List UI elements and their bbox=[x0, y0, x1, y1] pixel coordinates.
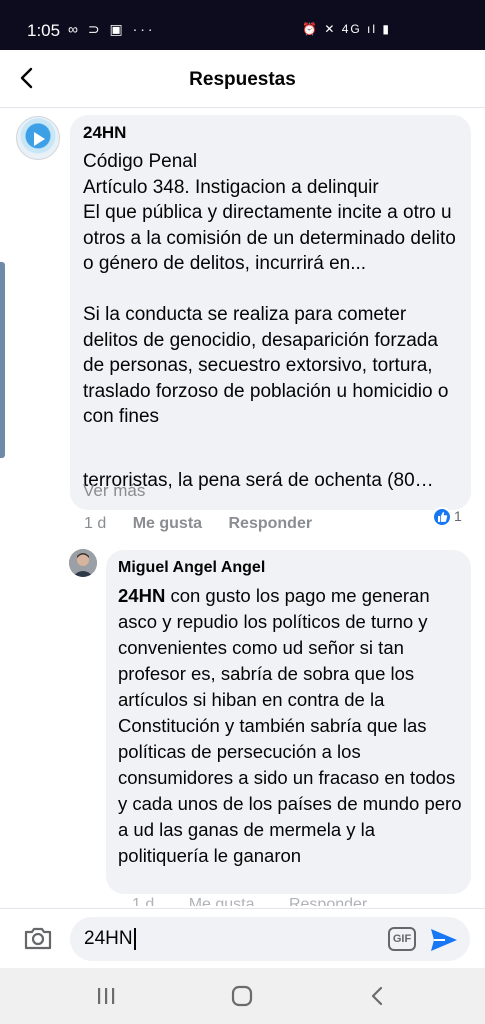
system-status-icons: ⏰ ✕ 4G ıl ▮ bbox=[302, 22, 391, 36]
comment-text: Código Penal Artículo 348. Instigacion a… bbox=[83, 151, 456, 427]
thumbs-up-icon bbox=[432, 507, 452, 527]
reaction-count: 1 bbox=[454, 508, 462, 524]
see-more-link[interactable]: Ver más bbox=[83, 481, 145, 501]
camera-icon bbox=[24, 927, 52, 950]
comment-input[interactable]: 24HN GIF bbox=[70, 917, 470, 961]
reply-text: 24HN con gusto los pago me generan asco … bbox=[118, 583, 463, 869]
back-icon bbox=[371, 986, 383, 1006]
notification-icons: ∞ ⊃ ▣ ··· bbox=[68, 21, 156, 37]
recents-button[interactable] bbox=[93, 984, 119, 1008]
text-cursor bbox=[133, 928, 136, 950]
recents-icon bbox=[98, 988, 115, 1004]
send-button[interactable] bbox=[429, 926, 459, 954]
comment-actions: 1 d Me gusta Responder bbox=[84, 515, 334, 533]
mention-link[interactable]: 24HN bbox=[118, 585, 165, 606]
reply-button[interactable]: Responder bbox=[229, 515, 313, 532]
page-title: Respuestas bbox=[189, 69, 296, 90]
send-icon bbox=[431, 929, 457, 951]
reply-reply-button[interactable]: Responder bbox=[289, 896, 367, 906]
gif-button[interactable]: GIF bbox=[388, 927, 416, 951]
scroll-indicator bbox=[0, 262, 5, 458]
comment-author[interactable]: 24HN bbox=[83, 123, 126, 143]
reply-body: con gusto los pago me generan asco y rep… bbox=[118, 585, 462, 866]
system-nav-bar bbox=[0, 968, 485, 1024]
avatar[interactable] bbox=[69, 549, 97, 577]
comment-bubble[interactable]: 24HN Código Penal Artículo 348. Instigac… bbox=[70, 115, 471, 510]
home-button[interactable] bbox=[229, 984, 255, 1008]
reply-author[interactable]: Miguel Angel Angel bbox=[118, 559, 265, 577]
comment-time: 1 d bbox=[84, 515, 107, 532]
comment-composer: 24HN GIF bbox=[0, 908, 485, 968]
header: Respuestas bbox=[0, 50, 485, 108]
reply-actions: 1 d Me gusta Responder bbox=[132, 896, 397, 906]
camera-button[interactable] bbox=[22, 922, 54, 954]
like-button[interactable]: Me gusta bbox=[133, 515, 202, 532]
home-icon bbox=[231, 985, 253, 1007]
status-bar: 1:05 ∞ ⊃ ▣ ··· ⏰ ✕ 4G ıl ▮ bbox=[0, 0, 485, 50]
reply-time: 1 d bbox=[132, 896, 155, 906]
play-icon bbox=[34, 132, 45, 146]
nav-back-button[interactable] bbox=[365, 984, 391, 1008]
status-time: 1:05 bbox=[27, 21, 61, 40]
reply-bubble[interactable]: Miguel Angel Angel 24HN con gusto los pa… bbox=[106, 550, 471, 894]
avatar[interactable] bbox=[16, 116, 60, 160]
comment-input-value[interactable]: 24HN bbox=[84, 928, 136, 950]
reply-like-button[interactable]: Me gusta bbox=[189, 896, 255, 906]
